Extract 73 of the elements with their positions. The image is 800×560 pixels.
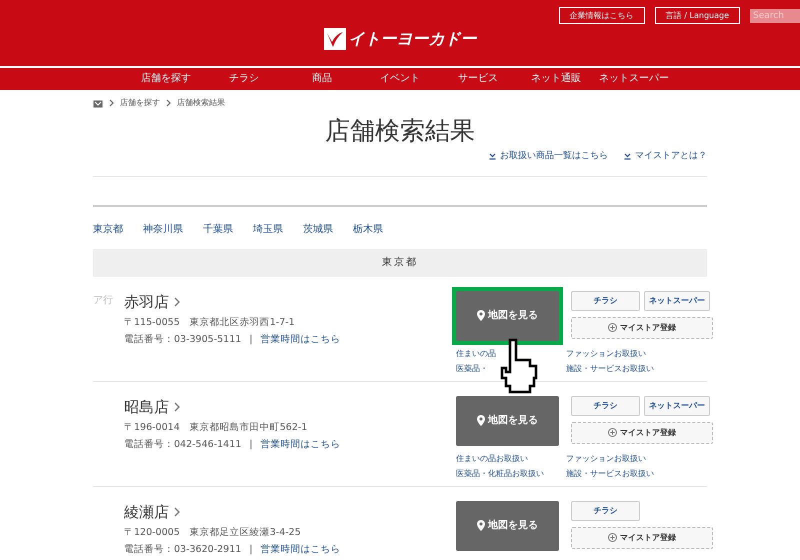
store-button[interactable]: ネットスーパー	[644, 396, 710, 416]
store-button[interactable]: チラシ	[571, 396, 640, 416]
prefecture-link[interactable]: 千葉県	[203, 222, 233, 236]
chevron-icon	[174, 506, 180, 517]
pin-icon	[477, 310, 485, 321]
separator: |	[249, 333, 253, 348]
pointer-hand-icon	[500, 338, 540, 394]
page-link[interactable]: マイストアとは？	[624, 150, 707, 164]
map-button[interactable]: 地図を見る	[456, 290, 559, 340]
nav-link[interactable]: ネット通販	[517, 68, 595, 90]
store-button[interactable]: チラシ	[571, 500, 640, 520]
breadcrumb-current: 店舗検索結果	[177, 97, 225, 109]
store-address: 〒120-0005 東京都足立区綾瀬3-4-25	[124, 526, 302, 540]
hours-link[interactable]: 営業時間はこちら	[260, 333, 341, 348]
logo-text: イトーヨーカドー	[348, 28, 476, 50]
category-link[interactable]: 施設・サービスお取扱い	[566, 362, 654, 374]
phone-number: 電話番号：042-546-1411	[124, 438, 242, 452]
separator: |	[249, 438, 253, 452]
chevron-icon	[174, 296, 180, 307]
category-link[interactable]: 医薬品・化粧品お取扱い	[456, 468, 544, 480]
category-link[interactable]: ファッションお取扱い	[566, 348, 646, 360]
prefecture-link[interactable]: 茨城県	[303, 222, 333, 236]
chevron-icon	[174, 402, 180, 412]
store-address: 〒196-0014 東京都昭島市田中町562-1	[124, 421, 308, 435]
search-field[interactable]: Search	[750, 8, 800, 22]
region-heading: 東京都	[93, 248, 707, 276]
nav-link[interactable]: イベント	[361, 68, 439, 90]
header-link[interactable]: 言語 / Language	[654, 7, 740, 24]
nav-link[interactable]: チラシ	[205, 68, 283, 90]
category-link[interactable]: 住まいの品	[456, 348, 496, 360]
hours-link[interactable]: 営業時間はこちら	[260, 543, 341, 558]
category-link[interactable]: 施設・サービスお取扱い	[566, 468, 654, 480]
my-store-button[interactable]: マイストア登録	[571, 316, 713, 338]
plus-circle-icon	[608, 428, 617, 437]
prefecture-link[interactable]: 栃木県	[353, 222, 383, 236]
map-button[interactable]: 地図を見る	[456, 396, 559, 446]
my-store-button[interactable]: マイストア登録	[571, 526, 713, 548]
pin-icon	[477, 520, 485, 531]
plus-circle-icon	[608, 533, 617, 542]
nav-link[interactable]: ネットスーパー	[595, 68, 673, 90]
prefecture-link[interactable]: 埼玉県	[253, 222, 283, 236]
prefecture-link[interactable]: 東京都	[93, 222, 123, 236]
store-name-link[interactable]: 昭島店	[124, 396, 456, 418]
map-button[interactable]: 地図を見る	[456, 500, 559, 550]
breadcrumb-link[interactable]: 店舗を探す	[120, 97, 160, 109]
nav-link[interactable]: 店舗を探す	[127, 68, 205, 90]
pin-icon	[477, 415, 485, 426]
store-button[interactable]: チラシ	[571, 290, 640, 310]
my-store-button[interactable]: マイストア登録	[571, 422, 713, 444]
prefecture-link[interactable]: 神奈川県	[143, 222, 183, 236]
store-name-link[interactable]: 綾瀬店	[124, 500, 456, 523]
category-link[interactable]: 住まいの品お取扱い	[456, 452, 528, 464]
hours-link[interactable]: 営業時間はこちら	[260, 438, 341, 452]
down-arrow-icon	[624, 153, 631, 160]
page-link[interactable]: お取扱い商品一覧はこちら	[489, 150, 608, 164]
header-link[interactable]: 企業情報はこちら	[558, 7, 645, 24]
chevron-icon	[109, 99, 114, 107]
phone-number: 電話番号：03-3620-2911	[124, 543, 242, 558]
category-link[interactable]: 医薬品・	[456, 362, 488, 374]
nav-link[interactable]: 商品	[283, 68, 361, 90]
store-button[interactable]: ネットスーパー	[644, 290, 710, 310]
store-address: 〒115-0055 東京都北区赤羽西1-7-1	[124, 316, 296, 330]
page-title: 店舗検索結果	[324, 116, 476, 146]
plus-circle-icon	[608, 323, 617, 332]
category-link[interactable]: ファッションお取扱い	[566, 452, 646, 464]
store-name-link[interactable]: 赤羽店	[124, 290, 456, 313]
logo-icon	[324, 28, 346, 50]
phone-number: 電話番号：03-3905-5111	[124, 333, 242, 348]
group-label: ア行	[93, 294, 114, 308]
nav-link[interactable]: サービス	[439, 68, 517, 90]
down-arrow-icon	[489, 153, 496, 160]
separator: |	[249, 543, 253, 558]
chevron-icon	[166, 99, 171, 107]
